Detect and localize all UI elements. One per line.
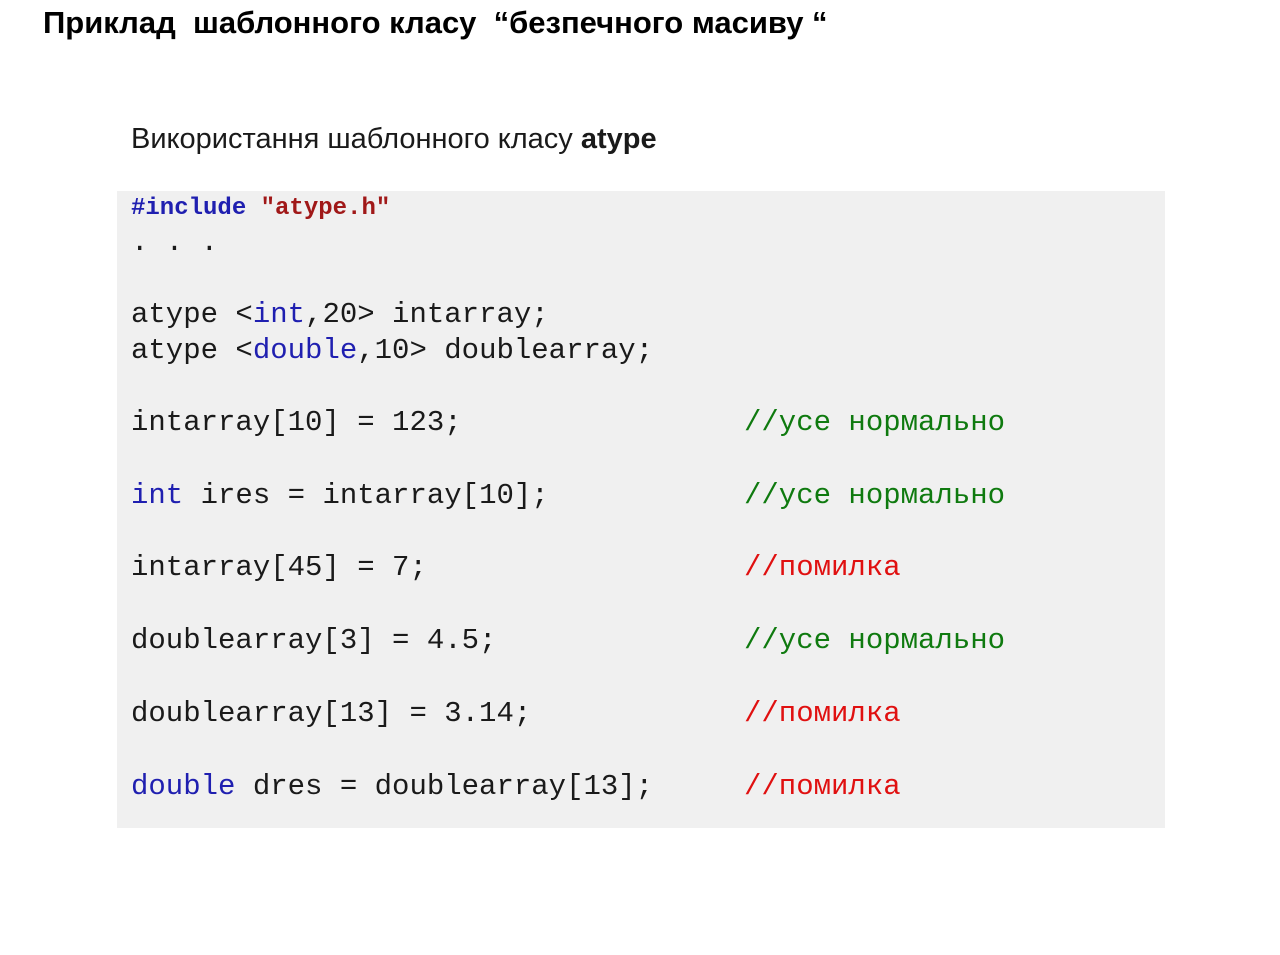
code-line-doublearray-out-of-range: doublearray[13] = 3.14; xyxy=(131,697,532,730)
subtitle-class-name: atype xyxy=(580,123,657,155)
keyword-double: double xyxy=(252,334,358,367)
statement-rest: dres = doublearray[13]; xyxy=(235,770,654,803)
comment-error: //помилка xyxy=(744,551,901,584)
code-line-dres: double dres = doublearray[13]; xyxy=(131,770,653,804)
template-open: atype < xyxy=(131,298,253,331)
slide: Приклад шаблонного класу “безпечного мас… xyxy=(0,0,1280,955)
comment-ok: //усе нормально xyxy=(744,479,1006,512)
decl-rest: ,20> intarray; xyxy=(305,298,549,331)
include-file: "atype.h" xyxy=(260,195,391,222)
code-line-intarray-out-of-range: intarray[45] = 7; xyxy=(131,551,427,584)
comment-error: //помилка xyxy=(744,697,901,730)
comment-ok: //усе нормально xyxy=(744,624,1006,657)
code-line-intarray-assign: intarray[10] = 123; xyxy=(131,406,462,439)
keyword-int: int xyxy=(131,479,184,512)
code-line-doublearray-assign: doublearray[3] = 4.5; xyxy=(131,624,497,657)
code-line-ellipsis: . . . xyxy=(131,226,219,259)
keyword-int: int xyxy=(252,298,306,331)
statement-rest: ires = intarray[10]; xyxy=(183,479,549,512)
keyword-double: double xyxy=(131,770,236,803)
code-line-intarray-decl: atype <int,20> intarray; xyxy=(131,298,549,332)
include-directive: #include xyxy=(131,195,247,222)
subtitle-text: Використання шаблонного класу xyxy=(131,123,581,155)
code-line-doublearray-decl: atype <double,10> doublearray; xyxy=(131,334,653,368)
slide-title: Приклад шаблонного класу “безпечного мас… xyxy=(43,5,828,40)
template-open: atype < xyxy=(131,334,253,367)
decl-rest: ,10> doublearray; xyxy=(357,334,654,367)
code-line-ires: int ires = intarray[10]; xyxy=(131,479,549,513)
comment-ok: //усе нормально xyxy=(744,406,1006,439)
comment-error: //помилка xyxy=(744,770,901,803)
code-line-include: #include "atype.h" xyxy=(131,192,390,226)
slide-subtitle: Використання шаблонного класу atype xyxy=(131,121,657,157)
